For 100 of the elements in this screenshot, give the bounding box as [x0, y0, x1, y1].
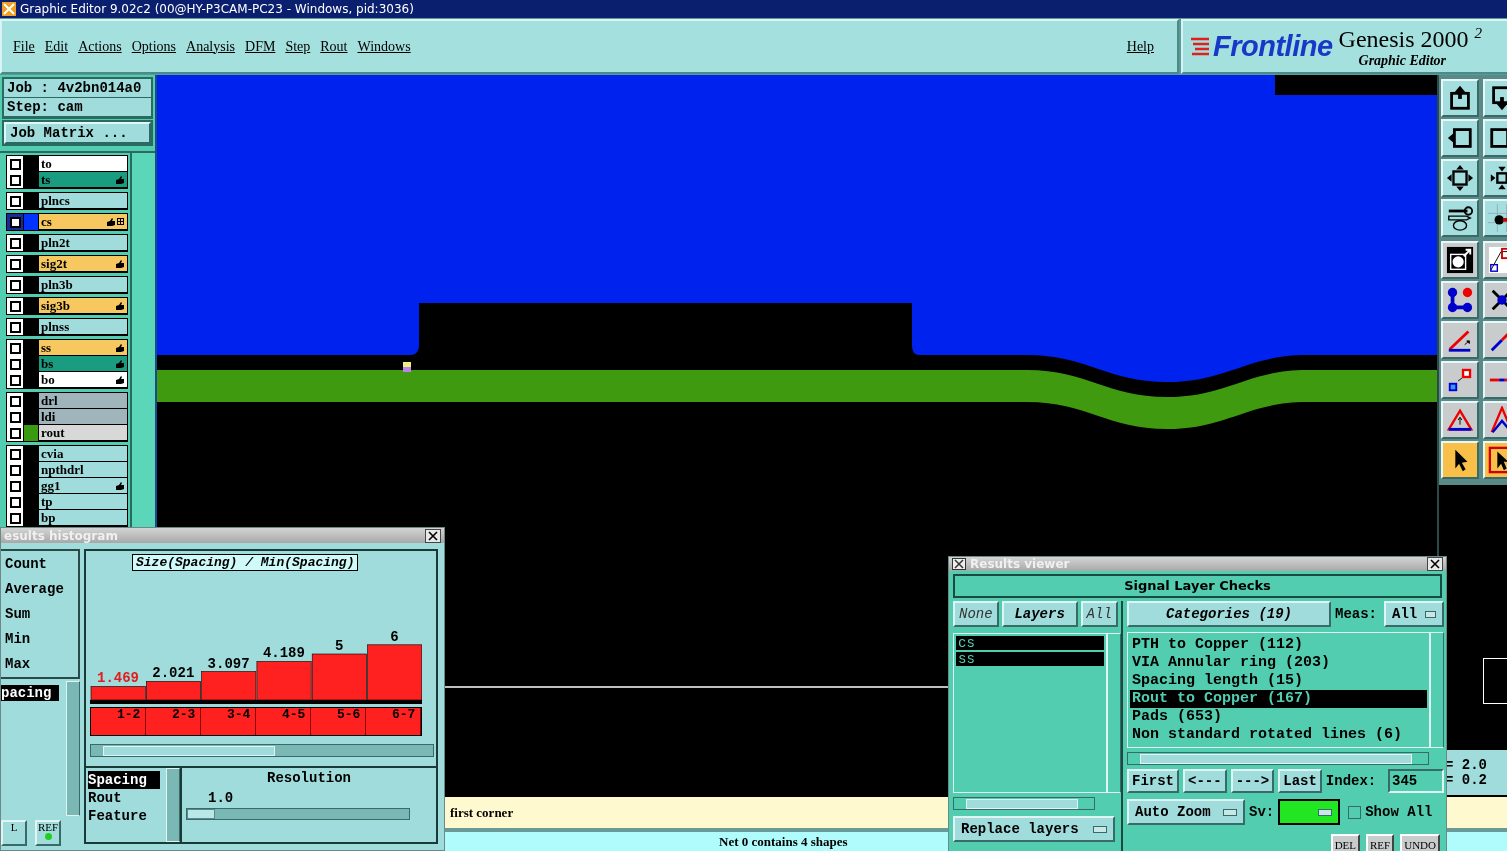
layer-button[interactable]: plncs	[39, 193, 127, 209]
nav-button[interactable]: <---	[1183, 769, 1227, 793]
layer-button[interactable]: sig2t	[39, 256, 127, 272]
vertical-scrollbar[interactable]	[1107, 633, 1121, 793]
layer-checkbox[interactable]	[7, 193, 23, 209]
horizontal-scrollbar[interactable]	[1127, 752, 1429, 765]
layer-button[interactable]: bp	[39, 510, 127, 526]
layer-checkbox[interactable]	[7, 372, 23, 388]
small-button[interactable]: REF	[35, 820, 61, 846]
action-button[interactable]: DEL	[1330, 834, 1361, 851]
list-item[interactable]: PTH to Copper (112)	[1130, 636, 1427, 654]
tool-button[interactable]	[1441, 79, 1479, 117]
list-item[interactable]: VIA Annular ring (203)	[1130, 654, 1427, 672]
layer-checkbox[interactable]	[7, 340, 23, 356]
filter-button[interactable]: All	[1080, 601, 1118, 627]
menu-item[interactable]: Actions	[73, 38, 127, 55]
layer-checkbox[interactable]	[7, 446, 23, 462]
horizontal-scrollbar[interactable]	[953, 797, 1095, 810]
filter-button[interactable]: None	[953, 601, 999, 627]
layer-checkbox[interactable]	[7, 356, 23, 372]
menu-item[interactable]: Rout	[315, 38, 353, 55]
categories-button[interactable]: Categories (19)	[1127, 601, 1331, 627]
nav-button[interactable]: First	[1127, 769, 1179, 793]
layer-button[interactable]: ss	[39, 340, 127, 356]
zoom-mode-dropdown[interactable]: Auto Zoom	[1127, 799, 1245, 825]
tool-button[interactable]	[1441, 361, 1479, 399]
horizontal-scrollbar[interactable]	[90, 744, 434, 757]
filter-button[interactable]: Layers	[1001, 601, 1078, 627]
slider-thumb[interactable]	[187, 809, 215, 819]
job-matrix-button[interactable]: Job Matrix ...	[4, 122, 151, 144]
tool-button[interactable]	[1441, 441, 1479, 479]
vertical-scrollbar[interactable]	[66, 681, 80, 816]
layer-button[interactable]: bs	[39, 356, 127, 372]
layer-button[interactable]: pln3b	[39, 277, 127, 293]
tool-button[interactable]	[1441, 119, 1479, 157]
menu-item[interactable]: Edit	[39, 38, 74, 55]
list-item[interactable]: ss	[956, 652, 1104, 666]
menu-item[interactable]: Options	[126, 38, 182, 55]
layer-checkbox[interactable]	[7, 393, 23, 409]
layer-button[interactable]: plnss	[39, 319, 127, 335]
tool-button[interactable]	[1441, 281, 1479, 319]
layer-button[interactable]: npthdrl	[39, 462, 127, 478]
close-button[interactable]	[1427, 557, 1443, 571]
replace-mode-dropdown[interactable]: Replace layers	[953, 816, 1115, 842]
layer-button[interactable]: gg1	[39, 478, 127, 494]
list-item[interactable]: Rout to Copper (167)	[1130, 690, 1427, 708]
layer-button[interactable]: tp	[39, 494, 127, 510]
list-item[interactable]: cs	[956, 636, 1104, 650]
layer-checkbox[interactable]	[7, 494, 23, 510]
tool-button[interactable]	[1441, 321, 1479, 359]
action-button[interactable]: UNDO	[1400, 834, 1440, 851]
menu-item[interactable]: Step	[280, 38, 316, 55]
list-item[interactable]: Non standard rotated lines (6)	[1130, 726, 1427, 744]
layer-button[interactable]: pln2t	[39, 235, 127, 251]
layer-button[interactable]: ldi	[39, 409, 127, 425]
list-item[interactable]: Pads (653)	[1130, 708, 1427, 726]
layer-checkbox[interactable]	[7, 214, 23, 230]
layer-checkbox[interactable]	[7, 277, 23, 293]
list-item[interactable]: pacing	[1, 685, 59, 701]
list-item[interactable]: Spacing length (15)	[1130, 672, 1427, 690]
action-button[interactable]: REF	[1366, 834, 1395, 851]
nav-button[interactable]: Last	[1278, 769, 1322, 793]
layer-button[interactable]: drl	[39, 393, 127, 409]
layer-button[interactable]: cvia	[39, 446, 127, 462]
severity-dropdown[interactable]	[1278, 799, 1341, 825]
layer-checkbox[interactable]	[7, 298, 23, 314]
layer-button[interactable]: sig3b	[39, 298, 127, 314]
meas-dropdown[interactable]: All	[1384, 601, 1444, 627]
layer-checkbox[interactable]	[7, 235, 23, 251]
vertical-scrollbar[interactable]	[166, 768, 180, 842]
close-button[interactable]	[425, 528, 441, 543]
layer-checkbox[interactable]	[7, 256, 23, 272]
list-item[interactable]: Feature	[88, 807, 160, 825]
layer-button[interactable]: rout	[39, 425, 127, 441]
layer-checkbox[interactable]	[7, 172, 23, 188]
layer-checkbox[interactable]	[7, 510, 23, 526]
layer-checkbox[interactable]	[7, 462, 23, 478]
layer-checkbox[interactable]	[7, 319, 23, 335]
tool-button[interactable]	[1441, 401, 1479, 439]
list-item[interactable]: Rout	[88, 789, 160, 807]
layer-button[interactable]: ts	[39, 172, 127, 188]
layer-button[interactable]: to	[39, 156, 127, 172]
layer-button[interactable]: bo	[39, 372, 127, 388]
menu-item[interactable]: Help	[1121, 38, 1159, 55]
layer-checkbox[interactable]	[7, 156, 23, 172]
tool-button[interactable]	[1441, 241, 1479, 279]
layer-button[interactable]: cs	[39, 214, 127, 230]
menu-item[interactable]: DFM	[240, 38, 281, 55]
tool-button[interactable]	[1441, 199, 1479, 237]
tool-button[interactable]	[1441, 159, 1479, 197]
layer-checkbox[interactable]	[7, 409, 23, 425]
layer-checkbox[interactable]	[7, 425, 23, 441]
index-field[interactable]: 345	[1388, 769, 1444, 793]
menu-item[interactable]: File	[8, 38, 40, 55]
checkbox[interactable]	[1348, 805, 1362, 819]
list-item[interactable]: Spacing	[88, 771, 160, 789]
layer-checkbox[interactable]	[7, 478, 23, 494]
nav-button[interactable]: --->	[1230, 769, 1275, 793]
vertical-scrollbar[interactable]	[1430, 632, 1444, 748]
menu-item[interactable]: Windows	[352, 38, 416, 55]
